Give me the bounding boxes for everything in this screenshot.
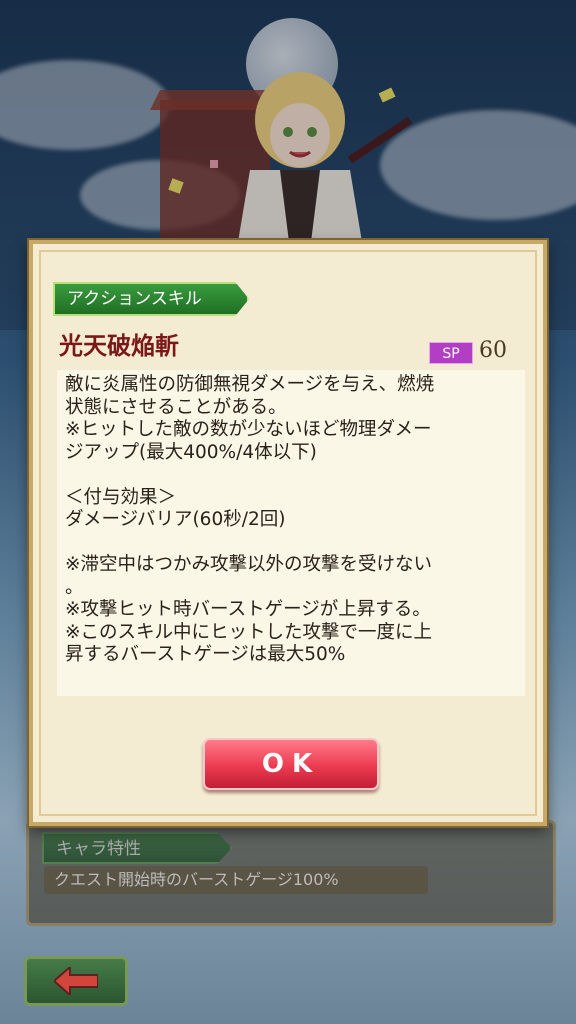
description-line: 。 — [65, 576, 84, 598]
description-line: ※このスキル中にヒットした攻撃で一度に上 — [65, 621, 433, 643]
description-line: ジアップ(最大400%/4体以下) — [65, 441, 317, 463]
character-trait-value: クエスト開始時のバーストゲージ100% — [44, 866, 428, 894]
description-line: 状態にさせることがある。 — [65, 396, 287, 418]
character-trait-label: キャラ特性 — [42, 832, 232, 864]
skill-detail-dialog: アクションスキル 光天破焔斬 SP 60 敵に炎属性の防御無視ダメージを与え、燃… — [29, 240, 547, 826]
skill-description: 敵に炎属性の防御無視ダメージを与え、燃焼 状態にさせることがある。 ※ヒットした… — [57, 370, 525, 696]
description-line: ※ヒットした敵の数が少ないほど物理ダメー — [65, 419, 432, 440]
description-line: 敵に炎属性の防御無視ダメージを与え、燃焼 — [65, 374, 435, 395]
sp-value: 60 — [479, 338, 507, 363]
skill-name: 光天破焔斬 — [59, 331, 179, 360]
sp-badge: SP — [429, 342, 473, 364]
description-line — [65, 464, 521, 487]
description-line: ※滞空中はつかみ攻撃以外の攻撃を受けない — [65, 554, 433, 575]
description-line: ※攻撃ヒット時バーストゲージが上昇する。 — [65, 599, 431, 620]
description-line: 昇するバーストゲージは最大50% — [65, 644, 346, 665]
back-button[interactable] — [24, 956, 128, 1006]
action-skill-tag: アクションスキル — [53, 282, 249, 316]
description-line: ＜付与効果＞ — [65, 486, 177, 508]
ok-button[interactable]: OK — [203, 738, 379, 790]
description-line — [65, 532, 521, 555]
description-line: ダメージバリア(60秒/2回) — [65, 509, 286, 530]
back-arrow-icon — [54, 967, 98, 995]
